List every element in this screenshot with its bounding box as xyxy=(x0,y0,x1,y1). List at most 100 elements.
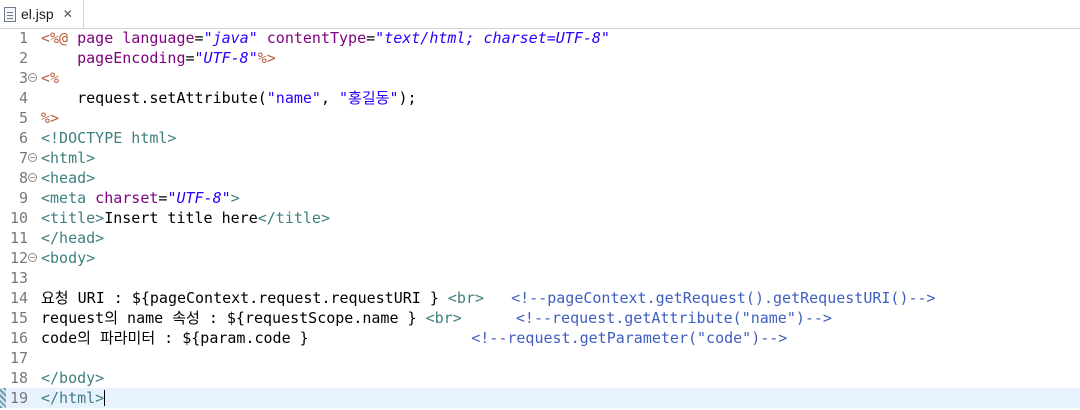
code-line[interactable]: 8− <head> xyxy=(0,168,1080,188)
code-token: , xyxy=(320,89,340,107)
line-number: 18 xyxy=(9,369,28,387)
code-token: = xyxy=(194,29,204,47)
line-number: 5 xyxy=(18,109,28,127)
code-token: Insert title here xyxy=(104,209,258,227)
code-text: </body> xyxy=(41,368,104,388)
code-token: "홍길동" xyxy=(339,89,399,107)
collapse-icon[interactable]: − xyxy=(28,253,37,262)
code-token: </html> xyxy=(41,389,105,407)
code-line[interactable]: 4 request.setAttribute("name", "홍길동"); xyxy=(0,88,1080,108)
code-token: <!--request.getAttribute("name")--> xyxy=(515,309,832,327)
code-line[interactable]: 6 <!DOCTYPE html> xyxy=(0,128,1080,148)
code-token: = xyxy=(366,29,376,47)
code-token: <% xyxy=(41,69,60,87)
line-number: 7 xyxy=(18,149,28,167)
line-number: 14 xyxy=(9,289,28,307)
code-line[interactable]: 14 요청 URI : ${pageContext.request.request… xyxy=(0,288,1080,308)
code-token: > xyxy=(230,189,240,207)
code-token: language xyxy=(122,29,195,47)
code-token: "UTF-8" xyxy=(167,189,231,207)
code-line[interactable]: 15 request의 name 속성 : ${requestScope.name… xyxy=(0,308,1080,328)
tab-el-jsp[interactable]: el.jsp ✕ xyxy=(0,0,84,28)
code-line[interactable]: 5 %> xyxy=(0,108,1080,128)
code-text: request의 name 속성 : ${requestScope.name }… xyxy=(41,308,832,328)
code-text: <html> xyxy=(41,148,95,168)
line-number: 16 xyxy=(9,329,28,347)
jsp-file-icon xyxy=(4,6,16,22)
text-caret xyxy=(104,390,106,406)
code-token: "name" xyxy=(266,89,321,107)
line-number: 13 xyxy=(9,269,28,287)
code-line[interactable]: 12− <body> xyxy=(0,248,1080,268)
code-text: </head> xyxy=(41,228,104,248)
collapse-icon[interactable]: − xyxy=(28,173,37,182)
code-line[interactable]: 17 xyxy=(0,348,1080,368)
code-token: request의 name 속성 : ${requestScope.name } xyxy=(41,309,426,327)
code-token: <br> xyxy=(447,289,485,307)
code-line[interactable]: 7− <html> xyxy=(0,148,1080,168)
code-text: <!DOCTYPE html> xyxy=(41,128,176,148)
code-text: 요청 URI : ${pageContext.request.requestUR… xyxy=(41,288,936,308)
code-token: <html> xyxy=(41,149,96,167)
code-text: <meta charset="UTF-8"> xyxy=(41,188,240,208)
code-token: page xyxy=(68,29,123,47)
code-token: charset xyxy=(86,189,159,207)
code-token: <!--pageContext.getRequest().getRequestU… xyxy=(511,289,936,307)
code-line[interactable]: 19 </html> xyxy=(0,388,1080,408)
code-token: "text/html; charset=UTF-8" xyxy=(375,29,610,47)
code-text: request.setAttribute("name", "홍길동"); xyxy=(41,88,416,108)
code-token: <body> xyxy=(41,249,96,267)
code-editor[interactable]: 1 <%@ page language="java" contentType="t… xyxy=(0,28,1080,410)
tab-label: el.jsp xyxy=(21,6,54,22)
code-text: <head> xyxy=(41,168,95,188)
line-number: 17 xyxy=(9,349,28,367)
code-token: <title> xyxy=(41,209,105,227)
code-token: <head> xyxy=(41,169,96,187)
code-text: </html> xyxy=(41,388,104,408)
line-number: 4 xyxy=(18,89,28,107)
code-text: %> xyxy=(41,108,59,128)
code-line[interactable]: 1 <%@ page language="java" contentType="t… xyxy=(0,28,1080,48)
line-number: 2 xyxy=(18,49,28,67)
collapse-icon[interactable]: − xyxy=(28,153,37,162)
code-token: <br> xyxy=(425,309,462,327)
code-token: = xyxy=(185,49,195,67)
code-token: code의 파라미터 : ${param.code } xyxy=(41,329,472,347)
code-token: "UTF-8" xyxy=(194,49,258,67)
code-line[interactable]: 16 code의 파라미터 : ${param.code } <!--reques… xyxy=(0,328,1080,348)
line-number: 9 xyxy=(18,189,28,207)
code-token: </title> xyxy=(257,209,330,227)
line-number: 11 xyxy=(9,229,28,247)
code-token: <!--request.getParameter("code")--> xyxy=(471,329,788,347)
code-token: </body> xyxy=(41,369,105,387)
code-line[interactable]: 18 </body> xyxy=(0,368,1080,388)
editor-tab-bar: el.jsp ✕ xyxy=(0,0,1080,29)
code-line[interactable]: 10 <title>Insert title here</title> xyxy=(0,208,1080,228)
line-number: 19 xyxy=(9,389,28,407)
code-line[interactable]: 2 pageEncoding="UTF-8"%> xyxy=(0,48,1080,68)
line-number: 3 xyxy=(18,69,28,87)
collapse-icon[interactable]: − xyxy=(28,73,37,82)
line-number: 1 xyxy=(18,29,28,47)
code-line[interactable]: 11 </head> xyxy=(0,228,1080,248)
line-number: 12 xyxy=(9,249,28,267)
close-icon[interactable]: ✕ xyxy=(63,7,73,21)
code-line[interactable]: 13 xyxy=(0,268,1080,288)
code-token: %> xyxy=(41,109,60,127)
code-text: <title>Insert title here</title> xyxy=(41,208,330,228)
line-number: 8 xyxy=(18,169,28,187)
code-token: 요청 URI : ${pageContext.request.requestUR… xyxy=(41,289,448,307)
code-token: contentType xyxy=(257,29,367,47)
code-text: <%@ page language="java" contentType="te… xyxy=(41,28,610,48)
code-line[interactable]: 9 <meta charset="UTF-8"> xyxy=(0,188,1080,208)
code-text: code의 파라미터 : ${param.code } <!--request.… xyxy=(41,328,787,348)
line-number: 15 xyxy=(9,309,28,327)
code-token: <!DOCTYPE html> xyxy=(41,129,177,147)
code-line[interactable]: 3− <% xyxy=(0,68,1080,88)
code-token: request.setAttribute( xyxy=(41,89,267,107)
line-number: 6 xyxy=(18,129,28,147)
code-token: </head> xyxy=(41,229,105,247)
line-number: 10 xyxy=(9,209,28,227)
